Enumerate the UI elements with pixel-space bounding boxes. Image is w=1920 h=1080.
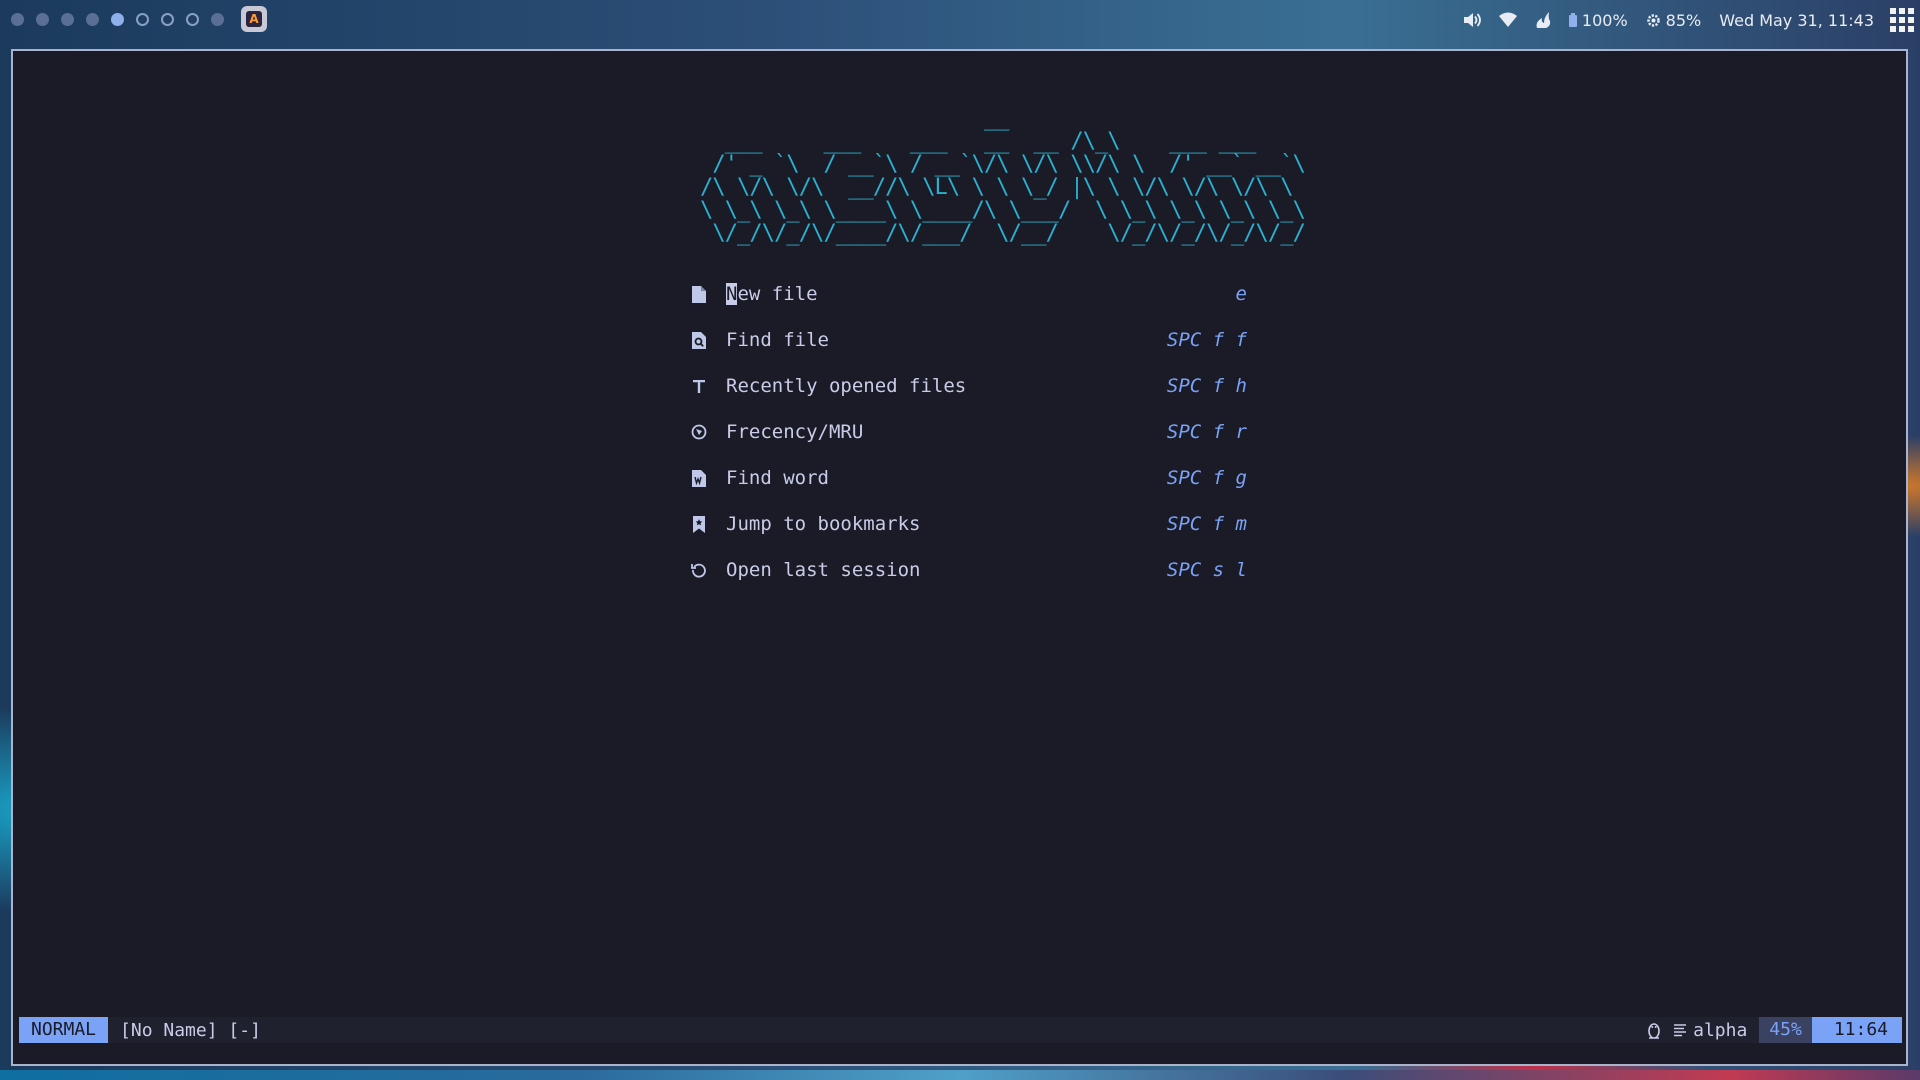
brightness-level: 85% (1665, 10, 1702, 30)
launcher-logo-icon: A (246, 11, 262, 27)
workspace-4-dot[interactable] (86, 13, 99, 26)
workspace-6-dot[interactable] (136, 13, 149, 26)
new-file-button[interactable]: New file e (681, 271, 1247, 317)
new-file-shortcut: e (1235, 283, 1247, 305)
statusline: NORMAL [No Name] [-] alpha 45% 11:64 (19, 1017, 1902, 1043)
lines-icon (1674, 1024, 1687, 1037)
filetype-label: alpha (1693, 1019, 1748, 1041)
new-file-label: New file (726, 283, 818, 305)
text-cursor: N (726, 283, 738, 305)
battery-indicator[interactable]: 100% (1568, 10, 1628, 30)
linux-tux-icon (1647, 1021, 1661, 1039)
bookmarks-label: Jump to bookmarks (726, 513, 921, 535)
brightness-indicator[interactable]: 85% (1646, 10, 1702, 30)
find-word-label: Find word (726, 467, 829, 489)
find-file-shortcut: SPC f f (1166, 329, 1247, 351)
clock[interactable]: Wed May 31, 11:43 (1719, 11, 1874, 30)
cursor-position: 11:64 (1811, 1017, 1902, 1043)
file-icon (691, 285, 707, 303)
last-session-button[interactable]: Open last session SPC s l (681, 547, 1247, 593)
app-launcher-button[interactable]: A (241, 6, 267, 32)
bookmark-icon (691, 515, 707, 533)
dashboard-menu: New file e Find file SPC f f Recently op… (681, 271, 1247, 593)
recent-files-button[interactable]: Recently opened files SPC f h (681, 363, 1247, 409)
find-file-button[interactable]: Find file SPC f f (681, 317, 1247, 363)
neovim-window[interactable]: __ ___ ___ ___ __ __ /\_\ ___ ___ /' _ `… (11, 49, 1908, 1066)
find-word-shortcut: SPC f g (1166, 467, 1247, 489)
neovim-ascii-logo: __ ___ ___ ___ __ __ /\_\ ___ ___ /' _ `… (700, 106, 1306, 246)
find-file-label: Find file (726, 329, 829, 351)
brightness-gear-icon (1646, 13, 1660, 27)
last-session-label: Open last session (726, 559, 921, 581)
battery-level: 100% (1581, 10, 1628, 30)
file-word-icon (691, 469, 707, 487)
scroll-percent: 45% (1759, 1017, 1812, 1043)
find-word-button[interactable]: Find word SPC f g (681, 455, 1247, 501)
system-tray: 100% 85% Wed May 31, 11:43 (1445, 0, 1920, 40)
history-icon (691, 561, 707, 579)
workspace-2-dot[interactable] (36, 13, 49, 26)
flame-icon[interactable] (1535, 11, 1551, 29)
filetype: alpha (1673, 1020, 1747, 1041)
last-session-shortcut: SPC s l (1166, 559, 1247, 581)
file-search-icon (691, 331, 707, 349)
workspace-9-dot[interactable] (211, 13, 224, 26)
statusline-right: alpha 45% 11:64 (1647, 1017, 1902, 1043)
wifi-icon[interactable] (1498, 12, 1517, 28)
bookmarks-shortcut: SPC f m (1166, 513, 1247, 535)
workspace-1-dot[interactable] (11, 13, 24, 26)
frecency-label: Frecency/MRU (726, 421, 864, 443)
bookmarks-button[interactable]: Jump to bookmarks SPC f m (681, 501, 1247, 547)
text-icon (691, 377, 707, 395)
workspace-7-dot[interactable] (161, 13, 174, 26)
mode-indicator: NORMAL (19, 1017, 109, 1043)
workspace-3-dot[interactable] (61, 13, 74, 26)
workspace-5-dot-active[interactable] (111, 13, 124, 26)
datetime-text: Wed May 31, 11:43 (1719, 10, 1874, 30)
top-panel: A 100% 85% Wed May 31, 11:43 (0, 0, 1920, 40)
frecency-shortcut: SPC f r (1166, 421, 1247, 443)
recent-files-shortcut: SPC f h (1166, 375, 1247, 397)
buffer-filename: [No Name] [-] (120, 1019, 261, 1041)
recent-files-label: Recently opened files (726, 375, 967, 397)
speaker-icon[interactable] (1463, 12, 1481, 28)
compass-icon (691, 423, 707, 441)
apps-grid-icon[interactable] (1890, 8, 1914, 32)
wallpaper-strip (0, 1070, 1920, 1080)
battery-icon (1568, 13, 1577, 27)
frecency-button[interactable]: Frecency/MRU SPC f r (681, 409, 1247, 455)
workspace-8-dot[interactable] (186, 13, 199, 26)
